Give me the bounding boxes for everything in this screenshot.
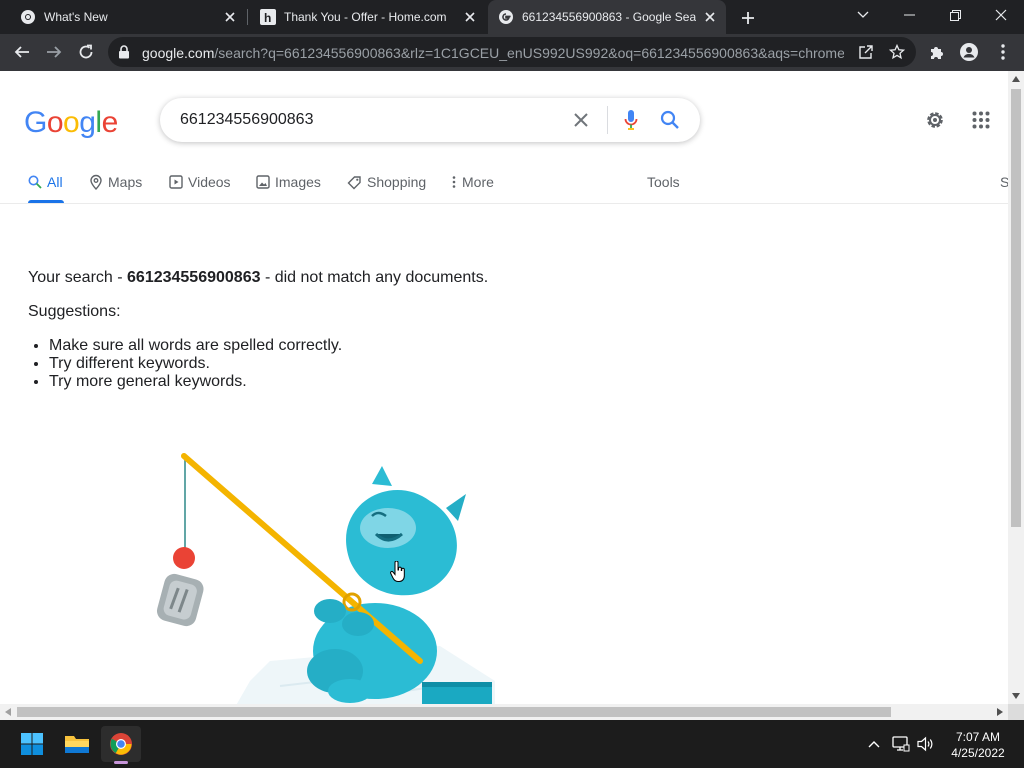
tools-label: Tools: [647, 174, 680, 190]
search-type-tabs: All Maps Videos Images Shopping More Too…: [0, 167, 1008, 204]
scrollbar-corner: [1008, 704, 1024, 720]
address-bar[interactable]: google.com/search?q=661234556900863&rlz=…: [108, 37, 916, 67]
windows-start-icon[interactable]: [12, 726, 52, 762]
browser-tab-strip: What's New h Thank You - Offer - Home.co…: [0, 0, 1024, 34]
reload-button[interactable]: [72, 38, 100, 66]
searchbox-divider: [607, 106, 608, 134]
clock-time: 7:07 AM: [955, 730, 1001, 744]
system-clock[interactable]: 7:07 AM 4/25/2022: [940, 729, 1016, 761]
horizontal-scrollbar[interactable]: [0, 704, 1008, 720]
map-pin-icon: [90, 174, 102, 190]
close-window-button[interactable]: [978, 0, 1024, 30]
chrome-icon: [20, 9, 36, 25]
clock-date: 4/25/2022: [951, 746, 1005, 760]
restore-window-button[interactable]: [932, 0, 978, 30]
show-hidden-icons-chevron-icon[interactable]: [864, 734, 884, 754]
suggestions-title: Suggestions:: [28, 303, 121, 320]
lock-icon[interactable]: [118, 45, 130, 64]
search-icon: [28, 175, 42, 189]
no-results-message: Your search - 661234556900863 - did not …: [28, 269, 489, 286]
horizontal-scroll-thumb[interactable]: [17, 707, 891, 717]
extensions-puzzle-icon[interactable]: [926, 41, 948, 63]
tab-maps-label: Maps: [108, 174, 143, 190]
scroll-left-arrow-icon[interactable]: [0, 704, 16, 720]
image-icon: [256, 175, 270, 189]
google-favicon-icon: [498, 9, 514, 25]
logo-letter: e: [101, 106, 119, 139]
file-explorer-icon[interactable]: [57, 726, 97, 762]
google-results-page: Google 661234556900863 All Maps Videos I…: [0, 71, 1008, 704]
suggestion-item: Try more general keywords.: [49, 373, 342, 391]
back-button[interactable]: [8, 38, 36, 66]
close-tab-icon[interactable]: [462, 9, 478, 25]
google-logo[interactable]: Google: [24, 106, 118, 140]
tab-shopping[interactable]: Shopping: [347, 172, 426, 192]
tab-whats-new[interactable]: What's New: [0, 0, 246, 34]
tab-maps[interactable]: Maps: [89, 172, 142, 192]
logo-letter: o: [46, 106, 64, 139]
settings-gear-icon[interactable]: [923, 108, 947, 132]
tab-all-label: All: [47, 174, 63, 190]
url-text: google.com/search?q=661234556900863&rlz=…: [142, 45, 844, 61]
forward-button[interactable]: [40, 38, 68, 66]
suggestions-list: Make sure all words are spelled correctl…: [49, 337, 342, 391]
scroll-up-arrow-icon[interactable]: [1008, 71, 1024, 87]
tab-images[interactable]: Images: [256, 172, 321, 192]
search-input[interactable]: 661234556900863: [180, 111, 313, 129]
active-tab-indicator: [28, 200, 64, 203]
microphone-icon[interactable]: [620, 109, 642, 131]
tab-google-search[interactable]: 661234556900863 - Google Search: [488, 0, 726, 34]
scroll-right-arrow-icon[interactable]: [992, 704, 1008, 720]
vertical-scrollbar[interactable]: [1008, 71, 1024, 704]
tab-thank-you-offer[interactable]: h Thank You - Offer - Home.com: [248, 0, 486, 34]
home-com-favicon-icon: h: [260, 9, 276, 25]
more-vertical-icon: [452, 176, 456, 188]
tab-title: 661234556900863 - Google Search: [522, 10, 696, 24]
tab-search-dropdown-icon[interactable]: [840, 0, 886, 30]
tab-videos-label: Videos: [188, 174, 231, 190]
tab-shopping-label: Shopping: [367, 174, 427, 190]
fishing-yeti-illustration: [156, 453, 495, 704]
close-tab-icon[interactable]: [702, 9, 718, 25]
share-icon[interactable]: [857, 43, 875, 61]
tag-icon: [347, 175, 361, 189]
hand-cursor-icon: [390, 561, 405, 582]
chrome-taskbar-icon[interactable]: [101, 726, 141, 762]
minimize-window-button[interactable]: [886, 0, 932, 30]
clear-search-icon[interactable]: [570, 109, 592, 131]
tools-button[interactable]: Tools: [647, 172, 680, 192]
no-results-query: 661234556900863: [127, 269, 261, 286]
search-icon[interactable]: [659, 109, 681, 131]
suggestion-item: Try different keywords.: [49, 355, 342, 373]
google-apps-grid-icon[interactable]: [969, 108, 993, 132]
tab-videos[interactable]: Videos: [169, 172, 231, 192]
tab-more[interactable]: More: [451, 172, 494, 192]
svg-text:h: h: [264, 11, 271, 25]
volume-icon[interactable]: [916, 734, 936, 754]
vertical-scroll-thumb[interactable]: [1011, 89, 1021, 527]
new-tab-button[interactable]: [737, 7, 759, 29]
tab-title: Thank You - Offer - Home.com: [284, 10, 447, 24]
logo-letter: G: [24, 106, 47, 139]
bookmark-star-icon[interactable]: [888, 43, 906, 61]
network-icon[interactable]: [891, 734, 911, 754]
logo-letter: o: [63, 106, 80, 139]
video-play-icon: [169, 175, 183, 189]
active-app-indicator: [114, 761, 128, 764]
tab-clipped[interactable]: S: [1000, 172, 1008, 192]
profile-avatar-icon[interactable]: [958, 41, 980, 63]
tab-clipped-label: S: [1000, 174, 1008, 190]
suggestion-item: Make sure all words are spelled correctl…: [49, 337, 342, 355]
search-box[interactable]: 661234556900863: [160, 98, 700, 142]
logo-letter: g: [79, 106, 96, 139]
tab-title: What's New: [44, 10, 108, 24]
browser-toolbar: google.com/search?q=661234556900863&rlz=…: [0, 34, 1024, 71]
tab-all[interactable]: All: [28, 172, 63, 192]
tab-images-label: Images: [275, 174, 321, 190]
windows-taskbar: 7:07 AM 4/25/2022: [0, 720, 1024, 768]
close-tab-icon[interactable]: [222, 9, 238, 25]
scroll-down-arrow-icon[interactable]: [1008, 688, 1024, 704]
browser-menu-icon[interactable]: [992, 41, 1014, 63]
tab-more-label: More: [462, 174, 494, 190]
